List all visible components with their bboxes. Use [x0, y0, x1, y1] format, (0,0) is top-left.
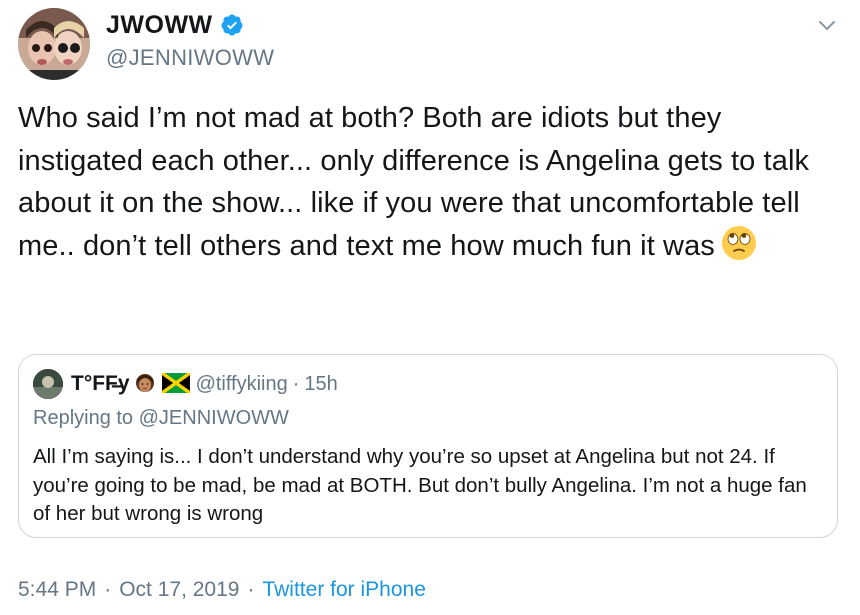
quoted-tweet-header: T°FF̶y @tiffykiing · 15h [33, 369, 338, 399]
author-block: JWOWW @JENNIWOWW [106, 8, 274, 71]
avatar-image [18, 8, 90, 80]
meta-separator: · [247, 578, 255, 601]
replying-to-handle-link[interactable]: @JENNIWOWW [139, 407, 289, 429]
quoted-tweet-text: All I’m saying is... I don’t understand … [33, 445, 807, 525]
woman-emoji-icon [134, 373, 156, 395]
verified-badge-icon [220, 13, 244, 37]
quoted-display-name[interactable]: T°FF̶y [71, 372, 130, 396]
tweet-text: Who said I’m not mad at both? Both are i… [18, 97, 848, 267]
face-with-rolling-eyes-icon [721, 225, 757, 261]
display-name[interactable]: JWOWW [106, 11, 213, 40]
tweet-time[interactable]: 5:44 PM [18, 578, 96, 602]
meta-separator: · [104, 578, 112, 601]
tweet-source-link[interactable]: Twitter for iPhone [262, 578, 425, 602]
replying-to-prefix: Replying to [33, 407, 139, 429]
quoted-avatar[interactable] [33, 369, 63, 399]
quoted-timestamp[interactable]: 15h [304, 373, 337, 396]
author-handle[interactable]: @JENNIWOWW [106, 45, 274, 71]
author-avatar[interactable] [18, 8, 90, 80]
tweet-date[interactable]: Oct 17, 2019 [119, 578, 239, 602]
quoted-tweet[interactable]: T°FF̶y @tiffykiing · 15h Replying to @JE… [18, 354, 838, 538]
jamaica-flag-icon [160, 371, 191, 395]
quoted-handle[interactable]: @tiffykiing [196, 373, 288, 396]
replying-to: Replying to @JENNIWOWW [33, 407, 289, 430]
tweet-text-content: Who said I’m not mad at both? Both are i… [18, 102, 810, 262]
tweet-meta: 5:44 PM · Oct 17, 2019 · Twitter for iPh… [18, 578, 426, 602]
chevron-down-icon[interactable] [816, 14, 838, 36]
tweet-card: JWOWW @JENNIWOWW Who said I’m not mad at… [0, 0, 860, 615]
display-name-row: JWOWW [106, 8, 274, 42]
quoted-separator-dot: · [292, 372, 300, 395]
